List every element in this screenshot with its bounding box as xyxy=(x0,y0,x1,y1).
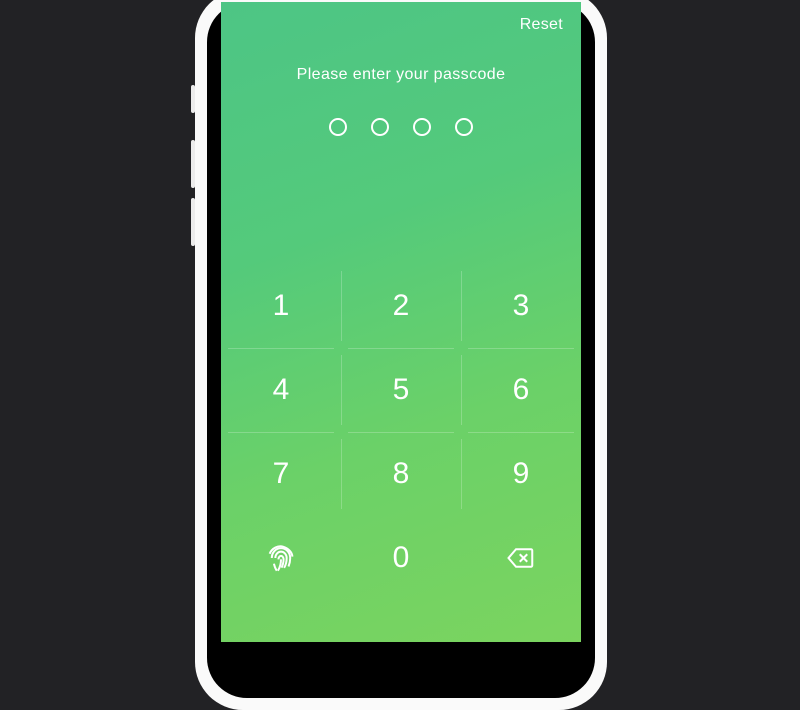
backspace-button[interactable] xyxy=(461,516,581,600)
phone-frame: Reset Please enter your passcode 1 2 3 4… xyxy=(195,0,607,710)
passcode-dot xyxy=(455,118,473,136)
phone-side-button xyxy=(191,198,195,246)
fingerprint-icon xyxy=(264,541,298,575)
key-7[interactable]: 7 xyxy=(221,432,341,516)
key-9[interactable]: 9 xyxy=(461,432,581,516)
phone-side-button xyxy=(191,85,195,113)
passcode-dot xyxy=(413,118,431,136)
key-3[interactable]: 3 xyxy=(461,264,581,348)
keypad: 1 2 3 4 5 6 7 8 9 xyxy=(221,264,581,600)
key-0[interactable]: 0 xyxy=(341,516,461,600)
phone-bezel: Reset Please enter your passcode 1 2 3 4… xyxy=(207,2,595,698)
passcode-screen: Reset Please enter your passcode 1 2 3 4… xyxy=(221,2,581,642)
key-4[interactable]: 4 xyxy=(221,348,341,432)
reset-button[interactable]: Reset xyxy=(520,16,563,34)
passcode-dots xyxy=(221,118,581,136)
passcode-dot xyxy=(371,118,389,136)
passcode-dot xyxy=(329,118,347,136)
backspace-icon xyxy=(506,543,536,573)
phone-side-button xyxy=(191,140,195,188)
passcode-prompt: Please enter your passcode xyxy=(221,66,581,84)
key-6[interactable]: 6 xyxy=(461,348,581,432)
fingerprint-button[interactable] xyxy=(221,516,341,600)
key-2[interactable]: 2 xyxy=(341,264,461,348)
key-5[interactable]: 5 xyxy=(341,348,461,432)
key-1[interactable]: 1 xyxy=(221,264,341,348)
key-8[interactable]: 8 xyxy=(341,432,461,516)
